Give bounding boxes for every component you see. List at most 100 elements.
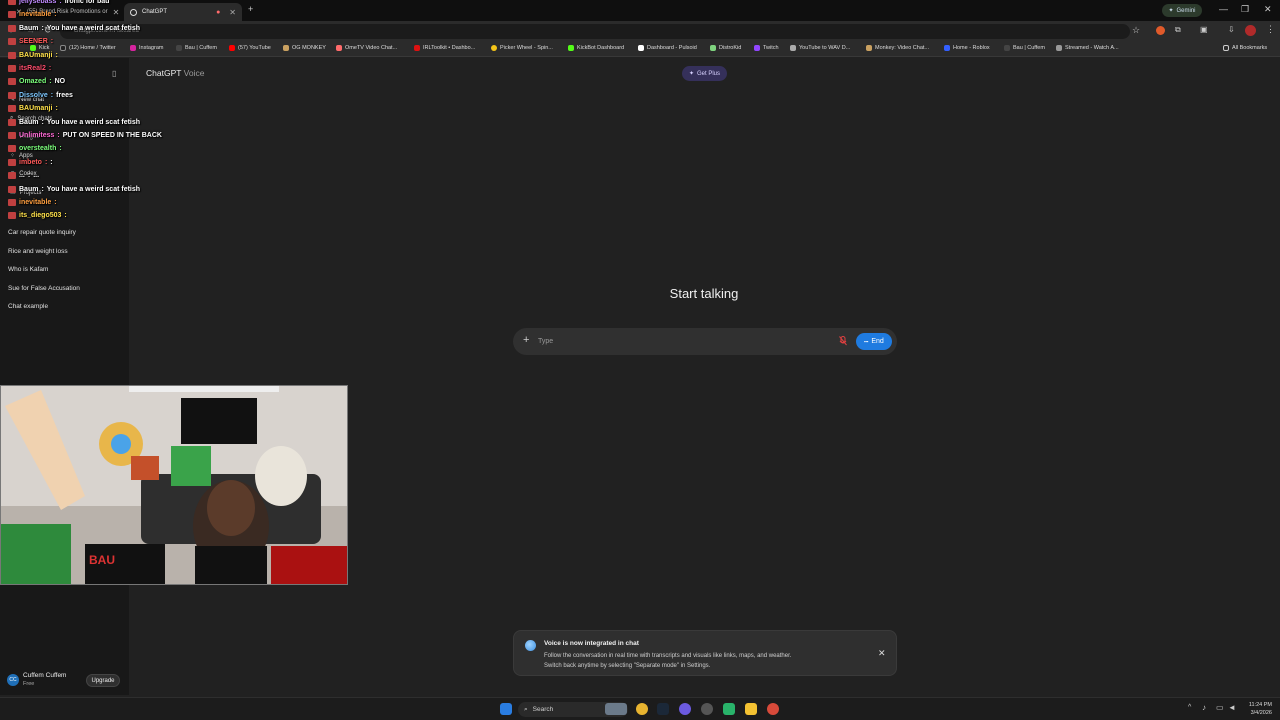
gemini-button[interactable]: ✦ Gemini bbox=[1162, 4, 1202, 17]
chat-message: Baum: You have a weird scat fetish bbox=[8, 24, 140, 32]
bookmark[interactable]: Home - Roblox bbox=[944, 45, 990, 51]
chat-username: Omazed bbox=[19, 78, 47, 86]
bookmark-label: Picker Wheel - Spin... bbox=[500, 45, 553, 51]
chrome-active-icon[interactable] bbox=[767, 703, 779, 715]
menu-icon[interactable]: ⋮ bbox=[1266, 24, 1275, 35]
chat-badge-icon bbox=[8, 11, 16, 19]
bookmark[interactable]: DistroKid bbox=[710, 45, 741, 51]
bookmark[interactable]: KickBot Dashboard bbox=[568, 45, 624, 51]
chat-separator: : bbox=[50, 38, 54, 46]
tray-chevron-icon[interactable]: ^ bbox=[1188, 704, 1191, 711]
download-icon[interactable]: ⇩ bbox=[1228, 25, 1235, 34]
chat-message: SEENER: bbox=[8, 38, 56, 46]
network-icon[interactable]: ▭ bbox=[1216, 703, 1224, 712]
toast-title: Voice is now integrated in chat bbox=[544, 640, 639, 647]
bookmark[interactable]: OmeTV Video Chat... bbox=[336, 45, 397, 51]
star-icon[interactable]: ☆ bbox=[1132, 25, 1140, 36]
chat-history-item[interactable]: Car repair quote inquiry bbox=[8, 229, 76, 236]
bookmark[interactable]: Bau | Cuffem bbox=[176, 45, 217, 51]
bookmark[interactable]: YouTube to WAV D... bbox=[790, 45, 850, 51]
bookmark-label: Bau | Cuffem bbox=[1013, 45, 1045, 51]
chat-badge-icon bbox=[8, 145, 16, 153]
distrokid-icon bbox=[710, 45, 716, 51]
bookmark-label: Instagram bbox=[139, 45, 164, 51]
widgets-icon[interactable] bbox=[605, 703, 627, 715]
profile-avatar[interactable] bbox=[1245, 25, 1256, 36]
minimize-icon[interactable]: — bbox=[1219, 4, 1228, 14]
webcam-overlay: BAU bbox=[0, 385, 348, 585]
bookmark-label: Kick bbox=[39, 45, 50, 51]
chat-separator: : bbox=[64, 212, 67, 220]
bookmark[interactable]: (57) YouTube bbox=[229, 45, 271, 51]
file-explorer-icon[interactable] bbox=[745, 703, 757, 715]
bookmark[interactable]: IRLToolkit • Dashbo... bbox=[414, 45, 475, 51]
converter-icon bbox=[790, 45, 796, 51]
taskbar-clock[interactable]: 11:24 PM 3/4/2026 bbox=[1238, 701, 1272, 717]
mic-icon[interactable]: ♪ bbox=[1202, 703, 1206, 712]
bookmark[interactable]: (12) Home / Twitter bbox=[60, 45, 116, 51]
end-label: End bbox=[871, 338, 884, 345]
chat-history-item[interactable]: Chat example bbox=[8, 303, 48, 310]
chat-history-item[interactable]: Sue for False Accusation bbox=[8, 285, 80, 292]
bookmark[interactable]: Instagram bbox=[130, 45, 163, 51]
app-icon[interactable] bbox=[723, 703, 735, 715]
chat-message: overstealth: bbox=[8, 145, 65, 153]
bookmark[interactable]: Kick bbox=[30, 45, 49, 51]
address-field[interactable]: chatgpt.com/#/t-textarea bbox=[60, 24, 1130, 39]
tab-chatgpt[interactable]: ChatGPT ● ✕ bbox=[124, 3, 242, 21]
chat-separator: : bbox=[54, 199, 57, 206]
bookmark-label: Monkey: Video Chat... bbox=[875, 45, 930, 51]
bookmark[interactable]: Streamed - Watch A... bbox=[1056, 45, 1119, 51]
sidepanel-icon[interactable]: ▣ bbox=[1200, 25, 1208, 34]
avatar: CC bbox=[7, 674, 19, 686]
steam-icon[interactable] bbox=[657, 703, 669, 715]
chrome-icon[interactable] bbox=[636, 703, 648, 715]
close-window-icon[interactable]: ✕ bbox=[1264, 4, 1272, 15]
bookmark-label: KickBot Dashboard bbox=[577, 45, 625, 51]
close-tab-icon[interactable]: ✕ bbox=[229, 8, 236, 17]
bookmark[interactable]: Dashboard - Pulsoid bbox=[638, 45, 697, 51]
plus-icon[interactable]: + bbox=[523, 334, 529, 346]
extensions-icon[interactable]: ⧉ bbox=[1175, 25, 1181, 35]
bookmark[interactable]: Bau | Cuffem bbox=[1004, 45, 1045, 51]
mic-off-icon[interactable] bbox=[839, 336, 849, 347]
model-name: ChatGPT bbox=[146, 68, 182, 78]
twitch-icon bbox=[754, 45, 760, 51]
chat-message: Baum: You have a weird scat fetish bbox=[8, 185, 140, 193]
bookmark[interactable]: Monkey: Video Chat... bbox=[866, 45, 929, 51]
get-plus-button[interactable]: ✦ Get Plus bbox=[682, 66, 727, 81]
user-menu[interactable]: CC Cuffem Cuffem Free Upgrade bbox=[0, 668, 129, 695]
windows-start-icon[interactable] bbox=[500, 703, 512, 715]
bookmark-label: OmeTV Video Chat... bbox=[345, 45, 398, 51]
chat-history-item[interactable]: Rice and weight loss bbox=[8, 248, 68, 255]
chat-username: inevitable bbox=[19, 11, 52, 19]
streamed-icon bbox=[1056, 45, 1062, 51]
bookmark[interactable]: Picker Wheel - Spin... bbox=[491, 45, 553, 51]
maximize-icon[interactable]: ❐ bbox=[1241, 4, 1249, 15]
discord-icon[interactable] bbox=[679, 703, 691, 715]
chat-separator: : bbox=[54, 11, 57, 19]
bookmark[interactable]: Twitch bbox=[754, 45, 779, 51]
bookmark[interactable]: OG MONKEY bbox=[283, 45, 326, 51]
end-voice-button[interactable]: ┅ End bbox=[856, 333, 892, 350]
volume-icon[interactable]: ◄ bbox=[1228, 703, 1236, 712]
chat-message: Baum: You have a weird scat fetish bbox=[8, 118, 140, 126]
all-bookmarks[interactable]: All Bookmarks bbox=[1223, 45, 1267, 51]
obs-icon[interactable] bbox=[701, 703, 713, 715]
close-icon[interactable]: ✕ bbox=[878, 648, 886, 659]
chat-username: overstealth bbox=[19, 145, 57, 153]
chat-history-item[interactable]: Who is Kafam bbox=[8, 266, 48, 273]
page-title[interactable]: ChatGPT Voice bbox=[146, 68, 204, 78]
chat-separator: : bbox=[41, 24, 44, 32]
x-icon bbox=[60, 45, 66, 51]
new-tab-icon[interactable]: + bbox=[248, 4, 253, 14]
composer-input[interactable] bbox=[538, 334, 828, 349]
close-tab-icon[interactable]: ✕ bbox=[113, 8, 120, 17]
chat-message: inevitable: bbox=[8, 11, 60, 19]
chat-badge-icon bbox=[8, 38, 16, 46]
sidebar-toggle-icon[interactable]: ▯ bbox=[112, 69, 116, 78]
chat-message: ...:... bbox=[8, 172, 39, 180]
upgrade-button[interactable]: Upgrade bbox=[86, 674, 120, 687]
extension-icon[interactable] bbox=[1156, 26, 1165, 35]
chat-message: its_diego503: bbox=[8, 212, 70, 220]
